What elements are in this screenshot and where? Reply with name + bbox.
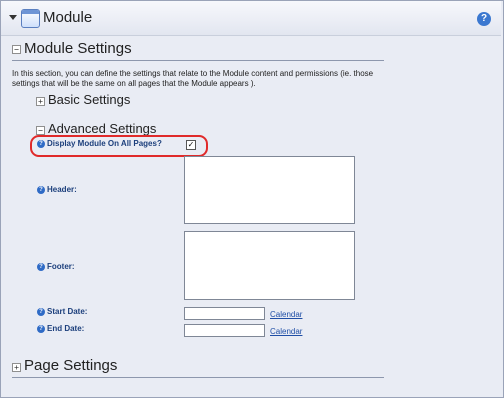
module-settings-divider bbox=[12, 60, 384, 61]
basic-settings-title[interactable]: Basic Settings bbox=[48, 92, 130, 107]
module-title: Module bbox=[43, 9, 93, 26]
header-label: ? Header: bbox=[37, 185, 77, 194]
footer-textarea[interactable] bbox=[184, 231, 355, 300]
help-icon[interactable]: ? bbox=[37, 139, 45, 148]
module-settings-toggle-icon[interactable]: − bbox=[12, 45, 21, 54]
end-date-calendar-link[interactable]: Calendar bbox=[270, 327, 302, 336]
start-date-input[interactable] bbox=[184, 307, 265, 320]
help-icon[interactable]: ? bbox=[37, 185, 45, 194]
help-icon[interactable]: ? bbox=[37, 324, 45, 333]
help-icon[interactable]: ? bbox=[477, 12, 491, 26]
basic-settings-toggle-icon[interactable]: + bbox=[36, 97, 45, 106]
start-date-label: ? Start Date: bbox=[37, 307, 87, 316]
help-icon[interactable]: ? bbox=[37, 262, 45, 271]
collapse-arrow-icon[interactable] bbox=[9, 15, 17, 20]
advanced-settings-title[interactable]: Advanced Settings bbox=[48, 121, 156, 136]
end-date-label: ? End Date: bbox=[37, 324, 84, 333]
header-textarea[interactable] bbox=[184, 156, 355, 224]
display-all-pages-checkbox[interactable]: ✓ bbox=[186, 140, 196, 150]
module-settings-description: In this section, you can define the sett… bbox=[12, 69, 374, 88]
module-title-bar: Module ? bbox=[1, 1, 501, 36]
display-all-pages-label: ? Display Module On All Pages? bbox=[37, 139, 162, 148]
module-settings-title[interactable]: Module Settings bbox=[24, 40, 132, 57]
footer-label: ? Footer: bbox=[37, 262, 75, 271]
help-icon[interactable]: ? bbox=[37, 307, 45, 316]
module-window-icon bbox=[21, 9, 40, 28]
advanced-settings-toggle-icon[interactable]: − bbox=[36, 126, 45, 135]
page-settings-toggle-icon[interactable]: + bbox=[12, 363, 21, 372]
page-settings-title[interactable]: Page Settings bbox=[24, 357, 117, 374]
end-date-input[interactable] bbox=[184, 324, 265, 337]
page-settings-divider bbox=[12, 377, 384, 378]
start-date-calendar-link[interactable]: Calendar bbox=[270, 310, 302, 319]
